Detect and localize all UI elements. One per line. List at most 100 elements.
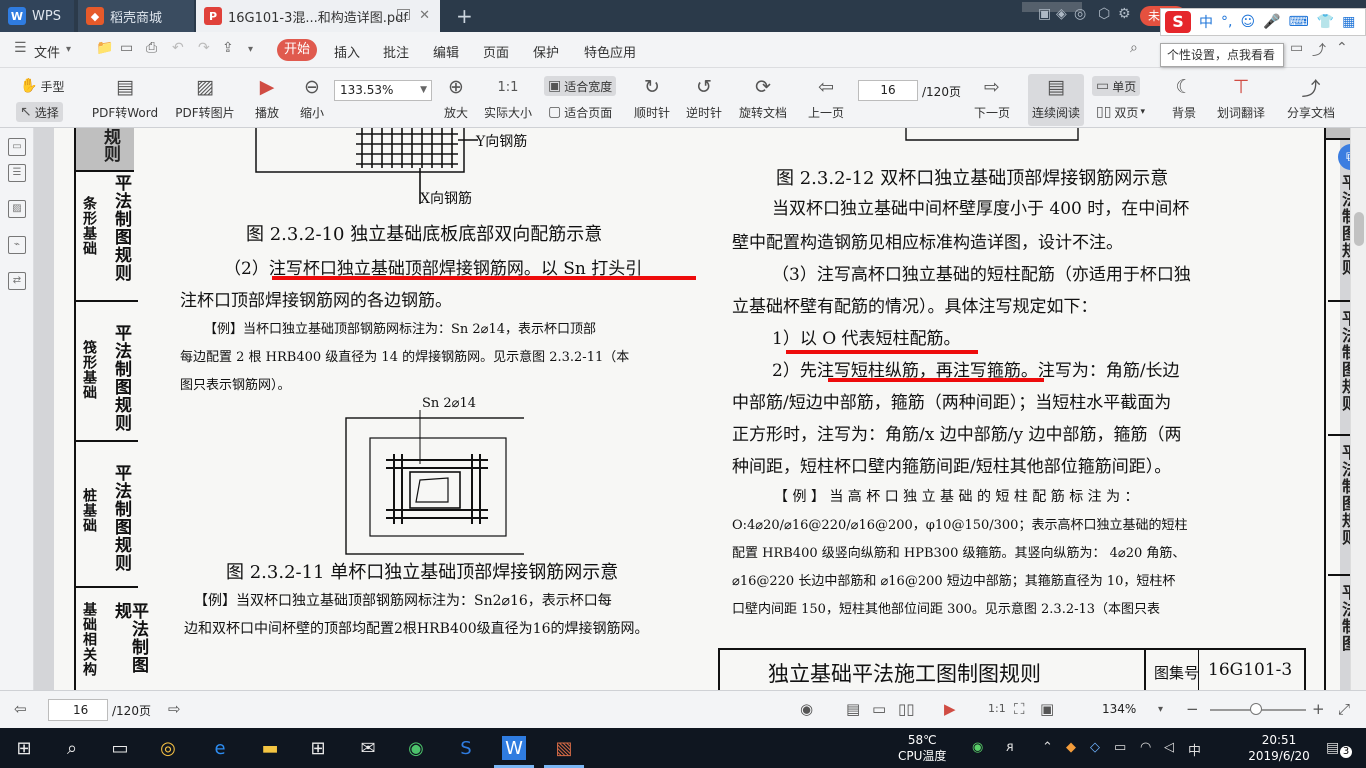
image-icon[interactable]: ▨	[8, 200, 26, 218]
ime-menu-icon[interactable]: ▦	[1342, 14, 1355, 30]
ime-punct[interactable]: °,	[1221, 14, 1232, 30]
tray-cube-icon[interactable]: ◇	[1090, 740, 1100, 755]
thumbnail-icon[interactable]: ▭	[8, 138, 26, 156]
fit-icon[interactable]: ⛶	[1014, 700, 1025, 718]
document-viewport[interactable]: 规则 平法制图规则 条形基础 平法制图规则 筏形基础 平法制图规则 桩基础 平法…	[34, 128, 1350, 690]
people-icon[interactable]: ᴙ	[1006, 740, 1014, 755]
eye-protect-icon[interactable]: ◉	[800, 700, 813, 718]
pdf-to-image-button[interactable]: ▨ PDF转图片	[172, 74, 238, 126]
collapse-icon[interactable]: ⌃	[1336, 40, 1348, 56]
rotate-ccw-button[interactable]: ↺ 逆时针	[684, 74, 724, 126]
menu-annotate[interactable]: 批注	[383, 42, 409, 61]
status-page-input[interactable]: 16	[48, 699, 108, 721]
window-icon[interactable]: ▣	[1038, 6, 1051, 22]
double-page-button[interactable]: ▯▯ 双页 ▾	[1092, 102, 1149, 122]
sogou-logo-icon[interactable]: S	[1165, 11, 1191, 33]
page-number-input[interactable]: 16	[858, 80, 918, 101]
redo-icon[interactable]: ↷	[198, 40, 210, 56]
zoom-slider-knob[interactable]	[1250, 703, 1262, 715]
ime-tray[interactable]: 中	[1188, 740, 1201, 759]
volume-icon[interactable]: ◁	[1164, 740, 1174, 755]
page-view-icon[interactable]: ▭	[872, 700, 886, 718]
chevron-down-icon[interactable]: ▼	[420, 81, 427, 100]
play-button[interactable]: ▶ 播放	[250, 74, 284, 126]
settings-icon[interactable]: ⚙	[1118, 6, 1131, 22]
zoom-minus-icon[interactable]: −	[1186, 700, 1199, 718]
ime-emoji-icon[interactable]: ☺	[1240, 14, 1255, 30]
single-page-button[interactable]: ▭ 单页	[1092, 76, 1141, 96]
nav-prev-icon[interactable]: ⇦	[14, 700, 27, 718]
app-taskbar-icon[interactable]: ▧	[544, 736, 584, 768]
ime-keyboard-icon[interactable]: ⌨	[1289, 14, 1309, 30]
file-explorer-icon[interactable]: ▬	[258, 736, 282, 760]
edge-icon[interactable]: e	[208, 736, 232, 760]
search-icon[interactable]: ⌕	[60, 736, 84, 760]
menu-file[interactable]: 文件	[34, 42, 60, 61]
chevron-down-icon[interactable]: ▾	[1158, 704, 1163, 715]
assistant-icon[interactable]: ◎	[156, 736, 180, 760]
background-button[interactable]: ☾ 背景	[1164, 74, 1204, 126]
store-icon[interactable]: ⊞	[306, 736, 330, 760]
mail-icon[interactable]: ✉	[356, 736, 380, 760]
clock[interactable]: 20:51 2019/6/20	[1246, 732, 1312, 764]
actual-size-button[interactable]: 1:1 实际大小	[482, 74, 534, 126]
select-tool-button[interactable]: ↖ 选择	[16, 102, 63, 122]
tab-wps-home[interactable]: W WPS	[0, 0, 74, 32]
fullscreen-icon[interactable]: ⤢	[1338, 700, 1350, 718]
single-view-icon[interactable]: ▤	[846, 700, 860, 718]
comment-icon[interactable]: ▭	[1290, 40, 1303, 56]
cloud-icon[interactable]: ◎	[1074, 6, 1086, 22]
double-view-icon[interactable]: ▯▯	[898, 700, 915, 718]
skin-icon[interactable]: ◈	[1056, 6, 1067, 22]
menu-start[interactable]: 开始	[277, 39, 317, 61]
scrollbar-thumb[interactable]	[1354, 212, 1364, 246]
menu-edit[interactable]: 编辑	[433, 42, 459, 61]
tray-app-icon[interactable]: ◆	[1066, 740, 1076, 755]
print-icon[interactable]: ⎙	[146, 40, 157, 56]
chevron-down-icon[interactable]: ▾	[66, 44, 71, 55]
menu-protect[interactable]: 保护	[533, 42, 559, 61]
task-view-icon[interactable]: ▭	[108, 736, 132, 760]
ime-toolbar[interactable]: S 中 °, ☺ 🎤 ⌨ 👕 ▦	[1160, 8, 1366, 36]
tab-docer-store[interactable]: ◆ 稻壳商城	[78, 0, 194, 32]
360-browser-icon[interactable]: ◉	[404, 736, 428, 760]
shirt-icon[interactable]: ⬡	[1098, 6, 1110, 22]
share-doc-button[interactable]: ⤴ 分享文档	[1284, 74, 1338, 126]
vertical-scrollbar[interactable]	[1350, 128, 1366, 690]
bookmark-icon[interactable]: ☰	[8, 164, 26, 182]
battery-icon[interactable]: ▭	[1114, 740, 1126, 755]
zoom-plus-icon[interactable]: +	[1312, 700, 1325, 718]
close-tab-icon[interactable]: ✕	[419, 8, 430, 23]
sogou-icon[interactable]: S	[454, 736, 478, 760]
rotate-doc-button[interactable]: ⟳ 旋转文档	[736, 74, 790, 126]
monitor-icon[interactable]	[397, 9, 410, 20]
export-icon[interactable]: ⇪	[222, 40, 234, 56]
actual-size-icon[interactable]: 1:1	[988, 702, 1006, 715]
zoom-out-button[interactable]: ⊖ 缩小	[296, 74, 328, 126]
wps-taskbar-icon[interactable]: W	[494, 736, 534, 768]
notification-icon[interactable]: ▤	[1326, 740, 1339, 756]
zoom-select[interactable]: 133.53% ▼	[334, 80, 432, 101]
rotate-cw-button[interactable]: ↻ 顺时针	[632, 74, 672, 126]
prev-page-button[interactable]: ⇦ 上一页	[806, 74, 846, 126]
save-icon[interactable]: ▭	[120, 40, 133, 56]
more-chevron-icon[interactable]: ▾	[248, 44, 253, 55]
replace-icon[interactable]: ⇄	[8, 272, 26, 290]
share-icon[interactable]: ⤴	[1312, 40, 1326, 60]
fit-width-icon[interactable]: ▣	[1040, 700, 1054, 718]
menu-special[interactable]: 特色应用	[584, 42, 636, 61]
ime-lang[interactable]: 中	[1199, 12, 1213, 32]
search-icon[interactable]: ⌕	[1130, 40, 1138, 56]
tray-expand-icon[interactable]: ⌃	[1042, 740, 1053, 755]
undo-icon[interactable]: ↶	[172, 40, 184, 56]
ime-skin-icon[interactable]: 👕	[1317, 14, 1334, 30]
play-icon[interactable]: ▶	[944, 700, 956, 718]
wifi-icon[interactable]: ◠	[1140, 740, 1151, 755]
fit-page-button[interactable]: ▢ 适合页面	[544, 102, 616, 122]
new-tab-button[interactable]: +	[456, 4, 473, 28]
fit-width-button[interactable]: ▣ 适合宽度	[544, 76, 617, 96]
tab-current-pdf[interactable]: P 16G101-3混...和构造详图.pdf ✕	[196, 0, 440, 32]
tray-360-icon[interactable]: ◉	[972, 740, 983, 755]
attachment-icon[interactable]: ⌁	[8, 236, 26, 254]
continuous-read-button[interactable]: ▤ 连续阅读	[1028, 74, 1084, 126]
